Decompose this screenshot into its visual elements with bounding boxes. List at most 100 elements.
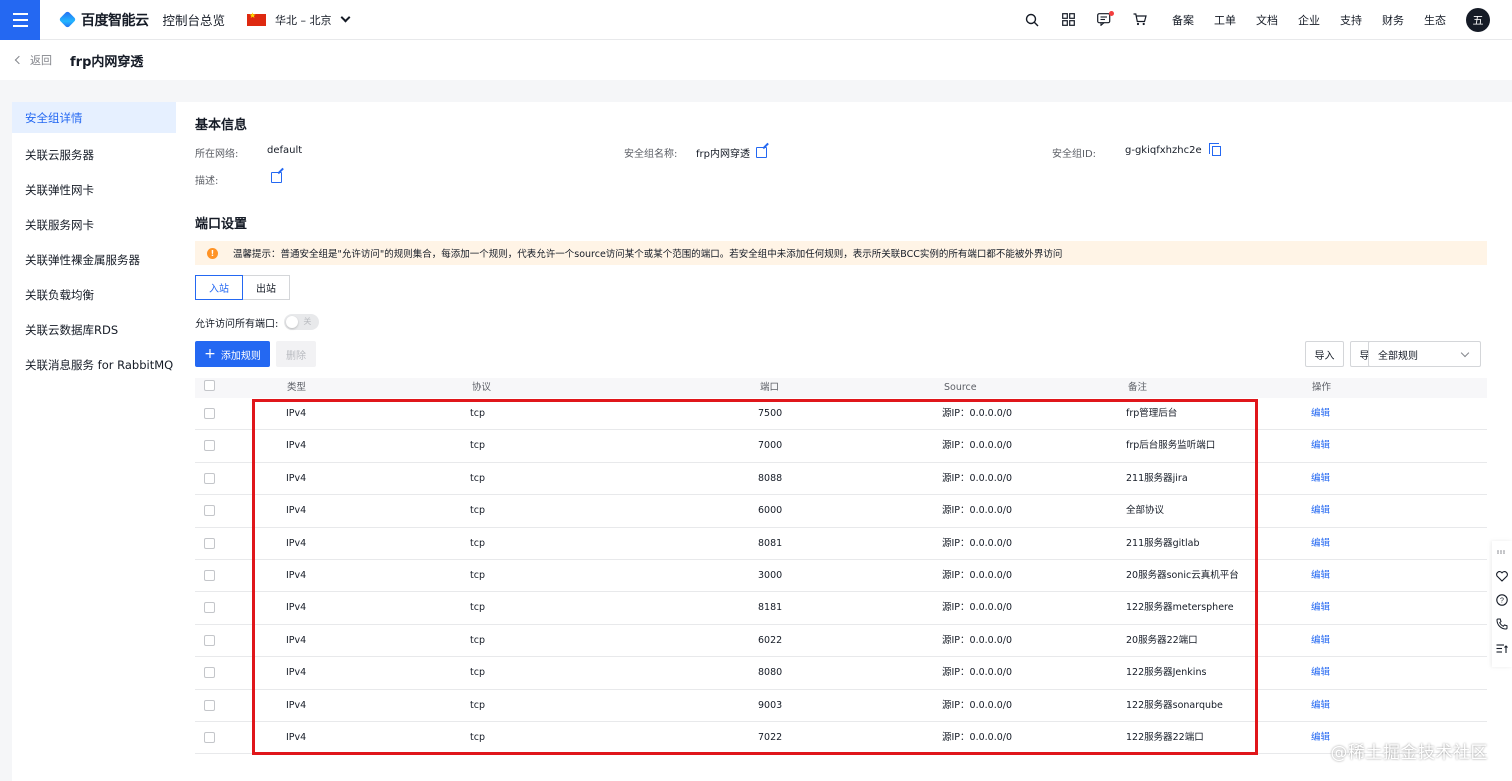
rule-filter-value: 全部规则: [1378, 350, 1418, 362]
cell-remark: 122服务器22端口: [1126, 732, 1204, 743]
cell-remark: 全部协议: [1126, 505, 1165, 517]
basic-info-title: 基本信息: [195, 118, 248, 133]
cart-icon[interactable]: [1132, 12, 1148, 28]
tip-text: 温馨提示：普通安全组是"允许访问"的规则集合，每添加一个规则，代表允许一个sou…: [233, 249, 1063, 260]
user-avatar[interactable]: 五: [1466, 7, 1490, 32]
edit-rule-link[interactable]: 编辑: [1311, 657, 1330, 689]
edit-rule-link[interactable]: 编辑: [1311, 722, 1330, 754]
plus-icon: +: [204, 346, 216, 362]
cell-port: 7000: [758, 440, 783, 452]
edit-rule-link[interactable]: 编辑: [1311, 625, 1330, 657]
direction-tabs: 入站 出站: [195, 275, 290, 300]
select-all-checkbox[interactable]: [204, 380, 215, 391]
phone-icon[interactable]: [1495, 617, 1509, 631]
sidebar-item-related-rds[interactable]: 关联云数据库RDS: [12, 312, 176, 347]
cell-type: IPv4: [286, 602, 307, 614]
apps-grid-icon[interactable]: [1060, 12, 1076, 28]
row-checkbox[interactable]: [204, 699, 215, 711]
nav-link-ecosystem[interactable]: 生态: [1424, 12, 1446, 28]
rule-filter-select[interactable]: 全部规则: [1368, 341, 1481, 367]
cell-protocol: tcp: [470, 634, 485, 646]
region-selector[interactable]: 华北 – 北京: [247, 11, 350, 28]
table-row: IPv4 tcp 9003 源IP：0.0.0.0/0 122服务器sonarqube 编…: [195, 690, 1487, 722]
edit-rule-link[interactable]: 编辑: [1311, 528, 1330, 560]
edit-rule-link[interactable]: 编辑: [1311, 430, 1330, 462]
edit-rule-link[interactable]: 编辑: [1311, 690, 1330, 722]
cell-protocol: tcp: [470, 440, 485, 452]
edit-name-icon[interactable]: [755, 147, 767, 158]
cell-remark: 122服务器Jenkins: [1126, 667, 1207, 679]
nav-link-enterprise[interactable]: 企业: [1298, 12, 1320, 28]
cell-source: 源IP：0.0.0.0/0: [942, 634, 1013, 646]
sidebar-item-related-service-nic[interactable]: 关联服务网卡: [12, 207, 176, 242]
list-sort-icon[interactable]: [1495, 641, 1509, 655]
cell-port: 8181: [758, 602, 783, 614]
row-checkbox[interactable]: [204, 472, 215, 484]
import-button[interactable]: 导入: [1305, 341, 1344, 367]
cell-type: IPv4: [286, 667, 307, 679]
search-icon[interactable]: [1024, 12, 1040, 28]
header-type: 类型: [287, 382, 307, 393]
allow-all-ports-row: 允许访问所有端口: 关: [195, 314, 320, 330]
top-navigation-bar: 百度智能云 控制台总览 华北 – 北京 备案 工单 文档 企业 支持 财务 生态…: [0, 0, 1512, 40]
cell-port: 9003: [758, 699, 783, 711]
sidebar-item-related-blb[interactable]: 关联负载均衡: [12, 277, 176, 312]
row-checkbox[interactable]: [204, 408, 215, 419]
sg-id-value: g-gkiqfxhzhc2e: [1125, 145, 1202, 156]
row-checkbox[interactable]: [204, 667, 215, 679]
row-checkbox[interactable]: [204, 570, 215, 581]
delete-button[interactable]: 删除: [276, 341, 316, 367]
drag-handle-icon[interactable]: [1495, 545, 1509, 559]
edit-rule-link[interactable]: 编辑: [1311, 398, 1330, 430]
row-checkbox[interactable]: [204, 440, 215, 452]
cell-protocol: tcp: [470, 408, 485, 419]
row-checkbox[interactable]: [204, 634, 215, 646]
edit-rule-link[interactable]: 编辑: [1311, 592, 1330, 624]
sg-id-label: 安全组ID:: [1052, 149, 1097, 160]
toggle-state-text: 关: [303, 317, 312, 326]
cell-remark: 122服务器sonarqube: [1126, 699, 1223, 711]
allow-all-ports-toggle[interactable]: 关: [284, 314, 320, 330]
page-title: frp内网穿透: [70, 54, 144, 70]
row-checkbox[interactable]: [204, 505, 215, 517]
edit-rule-link[interactable]: 编辑: [1311, 560, 1330, 592]
cell-protocol: tcp: [470, 732, 485, 743]
row-checkbox[interactable]: [204, 537, 215, 549]
help-icon[interactable]: ?: [1495, 593, 1509, 607]
cell-port: 8080: [758, 667, 783, 679]
nav-link-beian[interactable]: 备案: [1172, 12, 1194, 28]
cell-type: IPv4: [286, 537, 307, 549]
sidebar-item-related-bbc[interactable]: 关联弹性裸金属服务器: [12, 242, 176, 277]
sidebar-item-security-group-detail[interactable]: 安全组详情: [12, 102, 176, 133]
china-flag-icon: [247, 11, 267, 26]
edit-rule-link[interactable]: 编辑: [1311, 495, 1330, 527]
tab-inbound[interactable]: 入站: [195, 275, 243, 300]
nav-link-support[interactable]: 支持: [1340, 12, 1362, 28]
row-checkbox[interactable]: [204, 732, 215, 743]
nav-link-finance[interactable]: 财务: [1382, 12, 1404, 28]
rules-table-header: 类型 协议 端口 Source 备注 操作: [195, 378, 1487, 398]
add-rule-button[interactable]: + 添加规则: [195, 341, 270, 367]
edit-description-icon[interactable]: [271, 172, 282, 183]
back-button[interactable]: 返回: [14, 52, 52, 68]
sidebar-item-related-rabbitmq[interactable]: 关联消息服务 for RabbitMQ: [12, 347, 176, 382]
copy-icon[interactable]: [1208, 142, 1221, 156]
brand-logo[interactable]: 百度智能云: [58, 10, 149, 30]
top-right-tools: 备案 工单 文档 企业 支持 财务 生态 五: [1004, 0, 1512, 40]
nav-link-ticket[interactable]: 工单: [1214, 12, 1236, 28]
console-overview-link[interactable]: 控制台总览: [163, 10, 226, 29]
svg-text:?: ?: [1500, 598, 1504, 605]
message-icon[interactable]: [1096, 10, 1114, 28]
heart-icon[interactable]: [1495, 569, 1509, 583]
cell-source: 源IP：0.0.0.0/0: [942, 440, 1013, 452]
cell-port: 8088: [758, 472, 783, 484]
nav-link-docs[interactable]: 文档: [1256, 12, 1278, 28]
row-checkbox[interactable]: [204, 602, 215, 614]
tab-outbound[interactable]: 出站: [243, 275, 290, 300]
sidebar-item-related-bcc[interactable]: 关联云服务器: [12, 137, 176, 172]
notification-dot: [1109, 10, 1114, 16]
edit-rule-link[interactable]: 编辑: [1311, 463, 1330, 495]
cell-type: IPv4: [286, 408, 307, 419]
hamburger-menu-icon[interactable]: [0, 0, 40, 40]
sidebar-item-related-eni[interactable]: 关联弹性网卡: [12, 172, 176, 207]
